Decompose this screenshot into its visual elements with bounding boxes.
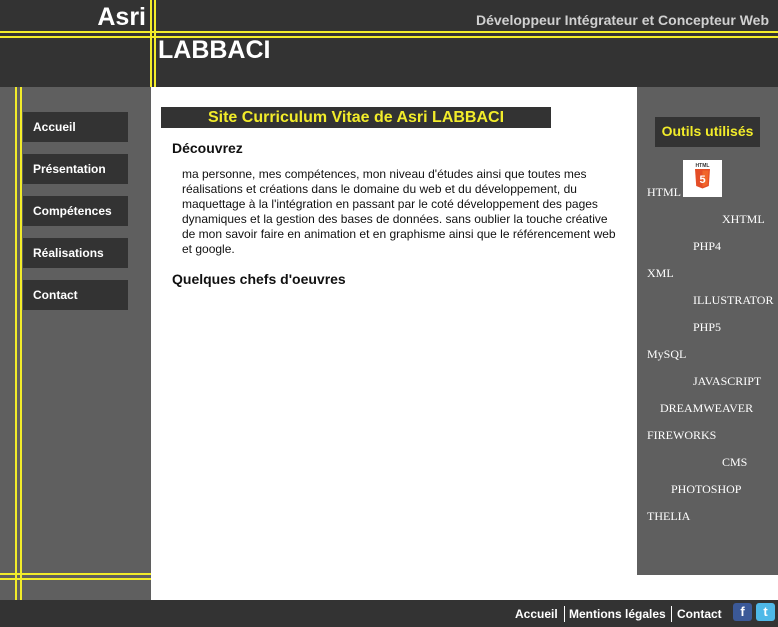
- sidebar-vertical-line-right: [20, 87, 22, 600]
- footer-separator: [564, 606, 565, 622]
- tool-dreamweaver: DREAMWEAVER: [660, 401, 754, 415]
- tool-xhtml: XHTML: [722, 212, 765, 226]
- tool-xml: XML: [647, 266, 674, 280]
- header-double-line-top: [0, 31, 778, 33]
- html5-shield-icon: HTML 5: [695, 163, 710, 189]
- section-heading-decouvrez: Découvrez: [172, 140, 243, 156]
- tool-php5: PHP5: [693, 320, 722, 334]
- tool-thelia: THELIA: [647, 509, 691, 523]
- section-heading-chefs-doeuvres: Quelques chefs d'oeuvres: [172, 271, 346, 287]
- html5-badge-number: 5: [699, 174, 705, 186]
- brand-last-name: LABBACI: [158, 36, 271, 64]
- footer-link-mentions-legales[interactable]: Mentions légales: [569, 607, 666, 621]
- nav-accueil[interactable]: Accueil: [23, 112, 128, 142]
- header-double-line-bottom: [0, 36, 778, 38]
- footer-link-accueil[interactable]: Accueil: [515, 607, 558, 621]
- tool-fireworks: FIREWORKS: [647, 428, 717, 442]
- tool-illustrator: ILLUSTRATOR: [693, 293, 774, 307]
- sidebar-horizontal-line-top: [0, 573, 151, 575]
- tool-cms: CMS: [722, 455, 748, 469]
- header-vertical-line-left: [150, 0, 152, 87]
- tool-javascript: JAVASCRIPT: [693, 374, 762, 388]
- twitter-icon[interactable]: t: [756, 603, 775, 621]
- tool-php4: PHP4: [693, 239, 722, 253]
- header-tagline: Développeur Intégrateur et Concepteur We…: [475, 12, 769, 28]
- main-title: Site Curriculum Vitae de Asri LABBACI: [161, 107, 551, 128]
- footer-link-contact[interactable]: Contact: [677, 607, 722, 621]
- html5-logo: HTML 5: [683, 160, 722, 197]
- nav-presentation[interactable]: Présentation: [23, 154, 128, 184]
- tool-mysql: MySQL: [647, 347, 687, 361]
- html5-badge-text: HTML: [696, 163, 710, 169]
- header-vertical-line-right: [154, 0, 156, 87]
- sidebar-vertical-line-left: [15, 87, 17, 600]
- tools-title: Outils utilisés: [655, 117, 760, 147]
- nav-contact[interactable]: Contact: [23, 280, 128, 310]
- facebook-icon[interactable]: f: [733, 603, 752, 621]
- intro-paragraph: ma personne, mes compétences, mon niveau…: [182, 167, 616, 256]
- footer-separator: [671, 606, 672, 622]
- tool-html: HTML: [647, 185, 681, 199]
- brand-first-name: Asri: [97, 3, 146, 31]
- sidebar-horizontal-line-bottom: [0, 578, 151, 580]
- tool-photoshop: PHOTOSHOP: [671, 482, 742, 496]
- nav-competences[interactable]: Compétences: [23, 196, 128, 226]
- nav-realisations[interactable]: Réalisations: [23, 238, 128, 268]
